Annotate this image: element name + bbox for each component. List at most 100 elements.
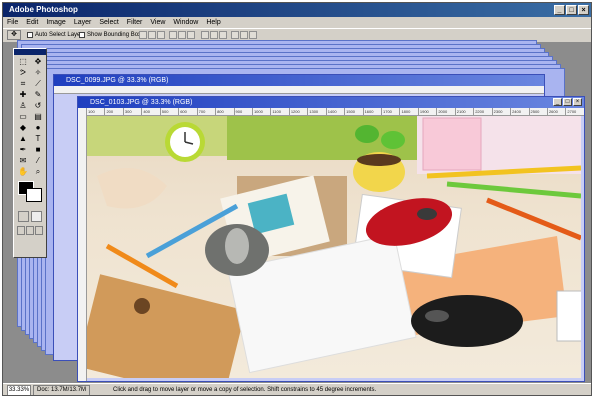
ruler-tick-label: 1100 [270, 108, 288, 115]
kraft-envelope [87, 274, 246, 378]
ruler-tick-label: 1300 [307, 108, 325, 115]
horizontal-ruler [54, 86, 544, 94]
hand-tool-icon[interactable]: ✋ [16, 167, 30, 177]
menu-layer[interactable]: Layer [70, 17, 96, 28]
distribute-vcenter-button[interactable] [210, 31, 218, 39]
ruler-tick-label: 200 [104, 108, 122, 115]
clone-stamp-icon[interactable]: ♙ [16, 101, 30, 111]
tool-hint: Click and drag to move layer or move a c… [113, 387, 377, 393]
window-controls: _ □ × [554, 5, 589, 15]
ruler-tick-label: 300 [122, 108, 141, 115]
menu-image[interactable]: Image [42, 17, 69, 28]
menu-help[interactable]: Help [202, 17, 224, 28]
slice-tool-icon[interactable]: ⟋ [31, 79, 45, 89]
minimize-button[interactable]: _ [554, 5, 565, 15]
maximize-button[interactable]: □ [566, 5, 577, 15]
menu-select[interactable]: Select [95, 17, 122, 28]
desk-photo [87, 116, 581, 378]
doc-maximize-button[interactable]: □ [563, 98, 572, 106]
gradient-tool-icon[interactable]: ▤ [31, 112, 45, 122]
align-hcenter-button[interactable] [178, 31, 186, 39]
document-window-dsc-0103[interactable]: DSC_0103.JPG @ 33.3% (RGB) _ □ × 100 200 3… [77, 96, 585, 382]
ruler-tick-label: 1000 [251, 108, 270, 115]
ruler-tick-label: 2400 [510, 108, 528, 115]
ruler-tick-label: 2200 [473, 108, 491, 115]
distribute-hcenter-button[interactable] [240, 31, 248, 39]
dodge-tool-icon[interactable]: ● [31, 123, 45, 133]
screen-mode-full-menu-icon[interactable] [26, 226, 34, 235]
align-bottom-button[interactable] [157, 31, 165, 39]
history-brush-icon[interactable]: ↺ [31, 101, 45, 111]
align-top-button[interactable] [139, 31, 147, 39]
ruler-tick-label: 1700 [381, 108, 399, 115]
menu-edit[interactable]: Edit [22, 17, 42, 28]
standard-mode-icon[interactable] [18, 211, 29, 222]
document-title: DSC_0103.JPG @ 33.3% (RGB) [90, 99, 193, 106]
quick-mask-icon[interactable] [31, 211, 42, 222]
black-mouse-icon [411, 295, 523, 347]
doc-close-button[interactable]: × [573, 98, 582, 106]
document-title: DSC_0099.JPG @ 33.3% (RGB) [66, 77, 169, 84]
shape-tool-icon[interactable]: ■ [31, 145, 45, 155]
align-vcenter-button[interactable] [148, 31, 156, 39]
magic-wand-icon[interactable]: ✧ [31, 68, 45, 78]
doc-size-readout[interactable]: Doc: 13.7M/13.7M [33, 385, 91, 395]
document-title-bar[interactable]: DSC_0099.JPG @ 33.3% (RGB) [54, 75, 544, 86]
horizontal-ruler: 100 200 300 400 500 600 700 800 900 1000 1100 1200 1… [86, 108, 584, 116]
status-bar: 33.33% Doc: 13.7M/13.7M Click and drag t… [3, 383, 591, 395]
pink-phone-frame [422, 117, 482, 171]
ruler-tick-label: 600 [178, 108, 196, 115]
ruler-tick-label: 700 [196, 108, 215, 115]
ruler-tick-label: 400 [141, 108, 159, 115]
auto-select-layer-checkbox[interactable] [27, 32, 33, 38]
lasso-tool-icon[interactable]: ᕗ [16, 68, 30, 78]
document-title-bar[interactable]: DSC_0103.JPG @ 33.3% (RGB) _ □ × [78, 97, 584, 108]
ruler-tick-label: 1800 [399, 108, 417, 115]
image-canvas[interactable] [87, 116, 581, 378]
brush-tool-icon[interactable]: ✎ [31, 90, 45, 100]
screen-mode-standard-icon[interactable] [17, 226, 25, 235]
ruler-tick-label: 1900 [417, 108, 436, 115]
distribute-top-button[interactable] [201, 31, 209, 39]
align-right-button[interactable] [187, 31, 195, 39]
move-tool-icon[interactable]: ✥ [31, 57, 45, 67]
ruler-tick-label: 2500 [528, 108, 547, 115]
crop-tool-icon[interactable]: ⌗ [16, 79, 30, 89]
close-button[interactable]: × [578, 5, 589, 15]
distribute-right-button[interactable] [249, 31, 257, 39]
type-tool-icon[interactable]: T [31, 134, 45, 144]
distribute-left-button[interactable] [231, 31, 239, 39]
path-select-icon[interactable]: ▲ [16, 134, 30, 144]
background-color-swatch[interactable] [26, 188, 42, 202]
paper-cloud [97, 168, 167, 209]
ruler-tick-label: 1400 [325, 108, 344, 115]
marquee-tool-icon[interactable]: ⬚ [16, 57, 30, 67]
mode-buttons [14, 209, 46, 224]
green-pencil [446, 181, 581, 199]
pen-tool-icon[interactable]: ✒ [16, 145, 30, 155]
menu-window[interactable]: Window [169, 17, 202, 28]
eyedropper-icon[interactable]: ⁄ [31, 156, 45, 166]
menu-bar: File Edit Image Layer Select Filter View… [3, 17, 591, 28]
move-tool-icon[interactable]: ✥ [7, 30, 21, 40]
show-bounding-box-checkbox[interactable] [79, 32, 85, 38]
eraser-tool-icon[interactable]: ▭ [16, 112, 30, 122]
ruler-tick-label: 2100 [454, 108, 473, 115]
ruler-tick-label: 2300 [491, 108, 510, 115]
ruler-tick-label: 1600 [362, 108, 381, 115]
blur-tool-icon[interactable]: ◆ [16, 123, 30, 133]
doc-minimize-button[interactable]: _ [553, 98, 562, 106]
screen-mode-full-icon[interactable] [35, 226, 43, 235]
ruler-ticks: 100 200 300 400 500 600 700 800 900 1000 1100 1200 1… [86, 108, 584, 115]
zoom-field[interactable]: 33.33% [7, 385, 31, 395]
notes-tool-icon[interactable]: ✉ [16, 156, 30, 166]
healing-brush-icon[interactable]: ✚ [16, 90, 30, 100]
zoom-tool-icon[interactable]: ⌕ [31, 167, 45, 177]
ruler-tick-label: 500 [159, 108, 178, 115]
menu-filter[interactable]: Filter [123, 17, 147, 28]
align-left-button[interactable] [169, 31, 177, 39]
distribute-bottom-button[interactable] [219, 31, 227, 39]
title-bar[interactable]: Adobe Photoshop _ □ × [3, 3, 591, 17]
menu-view[interactable]: View [146, 17, 169, 28]
menu-file[interactable]: File [3, 17, 22, 28]
